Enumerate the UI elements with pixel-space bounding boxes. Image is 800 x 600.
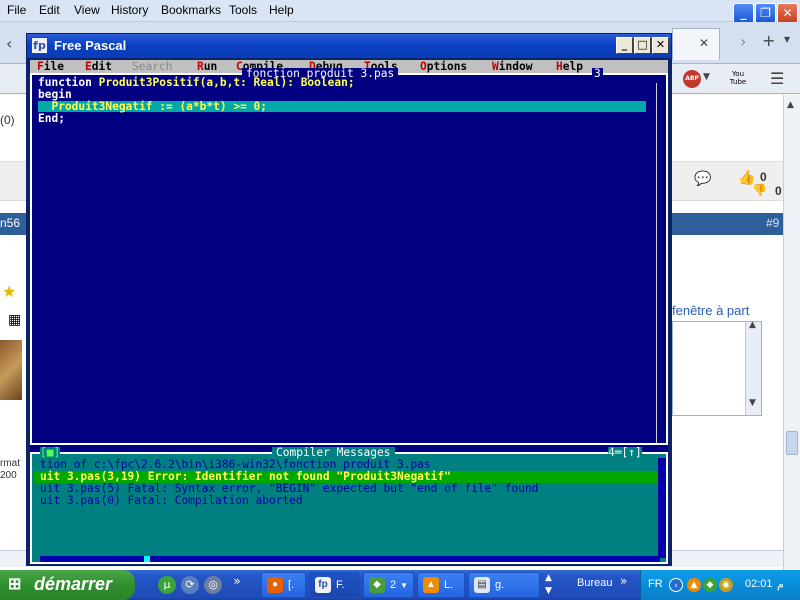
avatar [0,340,22,400]
menu-tools[interactable]: Tools [229,3,257,17]
close-button[interactable]: ✕ [777,3,798,24]
page-text-frag1: rmat [0,458,20,469]
hamburger-menu-icon[interactable]: ☰ [770,69,784,88]
toolbar-more-icon[interactable]: » [620,574,627,588]
fp-menu-run: Run [197,60,218,73]
fp-close-button[interactable]: ✕ [652,37,669,54]
popup-link[interactable]: fenêtre à part [672,303,749,318]
network-tray-icon[interactable]: ◆ [703,578,717,592]
page-text-frag2: 200 [0,470,17,481]
page-scroll-thumb[interactable] [786,431,798,455]
taskbar-button-freepascal[interactable]: fp F. [309,572,360,598]
fp-menu-edit: Edit [85,60,112,73]
fp-menu-help: Help [556,60,583,73]
fp-window-title: Free Pascal [54,38,127,53]
firefox-icon: ● [267,577,283,593]
menu-help[interactable]: Help [269,3,294,17]
calendar-icon: ▦ [8,312,22,328]
fp-maximize-button[interactable]: □ [634,37,651,54]
thumbs-up-count: 0 [760,170,767,184]
firefox-menubar: File Edit View History Bookmarks Tools H… [0,0,800,24]
taskbar-button-group[interactable]: ◆ 2 ▼ [363,572,414,598]
thumbs-down-count: 0 [775,184,782,198]
vlc-icon: ▲ [423,577,439,593]
fp-menu-search: Search [132,60,173,73]
thumbs-down-icon[interactable]: 👎 [752,183,767,197]
clock-suffix: م [777,578,784,591]
star-icon: ★ [2,282,17,301]
menu-bookmarks[interactable]: Bookmarks [161,3,221,17]
sync-tray-icon[interactable]: ◉ [719,578,733,592]
tab-list-icon[interactable]: ▾ [784,32,790,46]
browser-tab[interactable]: ✕ [672,28,720,60]
scroll-tabs-right-icon[interactable]: › [740,32,746,51]
adblock-icon[interactable]: ABP [683,70,701,88]
fp-menu-options: Options [420,60,468,73]
fp-console: File Edit Search Run Compile Debug Tools… [30,60,668,564]
quote-reply-icon[interactable]: 💬 [694,171,711,187]
language-indicator[interactable]: FR [648,578,663,590]
page-scroll-up-icon[interactable]: ▲ [787,100,794,110]
post-number[interactable]: #9 [766,216,779,230]
messages-horizontal-scrollbar[interactable] [40,556,660,562]
fp-editor-window[interactable]: fonction produit 3.pas 3 function Produi… [30,68,668,445]
minimize-button[interactable]: _ [733,3,754,24]
code-line-current[interactable]: Produit3Negatif := (a*b*t) >= 0; [38,101,267,113]
clock[interactable]: 02:01 [745,578,773,590]
editor-window-number: 3 [592,67,603,80]
page-listbox[interactable]: ▲ ▼ [672,320,762,416]
menu-file[interactable]: File [7,3,26,17]
code-line[interactable]: End; [38,113,65,125]
new-tab-icon[interactable]: + [762,31,775,50]
taskbar-button-firefox[interactable]: ● [. [261,572,306,598]
group-dropdown-icon: ▼ [400,581,409,590]
quicklaunch-more-icon[interactable]: » [228,572,246,590]
compiler-messages-window[interactable]: [■] Compiler Messages 4═[↑] tion of c:\f… [30,447,668,564]
editor-scrollbar[interactable] [656,83,666,443]
menu-history[interactable]: History [111,3,148,17]
freepascal-icon: fp [31,37,48,54]
system-tray: FR ‹ ▲ ◆ ◉ 02:01 م [640,570,800,600]
listbox-scrollbar[interactable]: ▲ ▼ [745,320,761,415]
notepad-icon: ▤ [474,577,490,593]
menu-edit[interactable]: Edit [39,3,60,17]
fp-menu-file: File [37,60,64,73]
freepascal-window: fp Free Pascal _ □ ✕ File Edit Search Ru… [26,33,672,566]
scroll-tabs-left-icon[interactable]: ‹ [6,34,12,53]
fp-menu-window: Window [492,60,533,73]
taskbar-scroll-down-icon[interactable]: ▼ [545,586,552,596]
start-label: démarrer [34,574,113,594]
taskbar-scroll-up-icon[interactable]: ▲ [545,573,552,583]
utorrent-icon[interactable]: µ [158,576,176,594]
taskbar-button-notepad[interactable]: ▤ g. [468,572,540,598]
messages-scroll-thumb[interactable] [144,556,150,562]
listbox-up-icon[interactable]: ▲ [749,320,756,330]
restore-button[interactable]: ❐ [755,3,776,24]
page-username: n56 [0,216,21,230]
taskbar: ⊞ démarrer µ ⟳ ◎ » ● [. fp F. ◆ 2 ▼ ▲ L. … [0,570,800,600]
start-button[interactable]: ⊞ démarrer [0,570,135,600]
youtube-icon[interactable]: You Tube [727,70,749,88]
tray-expand-icon[interactable]: ‹ [669,578,683,592]
adblock-dropdown-icon[interactable]: ▼ [703,72,710,82]
refresh-icon[interactable]: ⟳ [181,576,199,594]
freepascal-icon: fp [315,577,331,593]
messages-vertical-scrollbar[interactable] [658,458,666,558]
page-text-paren: (0) [0,113,15,127]
fp-titlebar[interactable]: fp Free Pascal _ □ ✕ [27,34,671,58]
message-line[interactable]: uit 3.pas(0) Fatal: Compilation aborted [40,495,303,507]
code-line[interactable]: function Produit3Positif(a,b,t: Real): B… [38,77,355,89]
page-vertical-scrollbar[interactable]: ▲ [783,95,800,570]
listbox-down-icon[interactable]: ▼ [749,398,756,408]
fp-minimize-button[interactable]: _ [616,37,633,54]
vlc-tray-icon[interactable]: ▲ [687,578,701,592]
bureau-toolbar-label[interactable]: Bureau [577,577,612,589]
messages-window-number[interactable]: 4═[↑] [608,447,642,459]
group-icon: ◆ [369,577,385,593]
windows-logo-icon: ⊞ [8,576,22,593]
globe-icon[interactable]: ◎ [204,576,222,594]
tab-close-icon[interactable]: ✕ [699,36,709,50]
menu-view[interactable]: View [74,3,100,17]
taskbar-button-vlc[interactable]: ▲ L. [417,572,465,598]
